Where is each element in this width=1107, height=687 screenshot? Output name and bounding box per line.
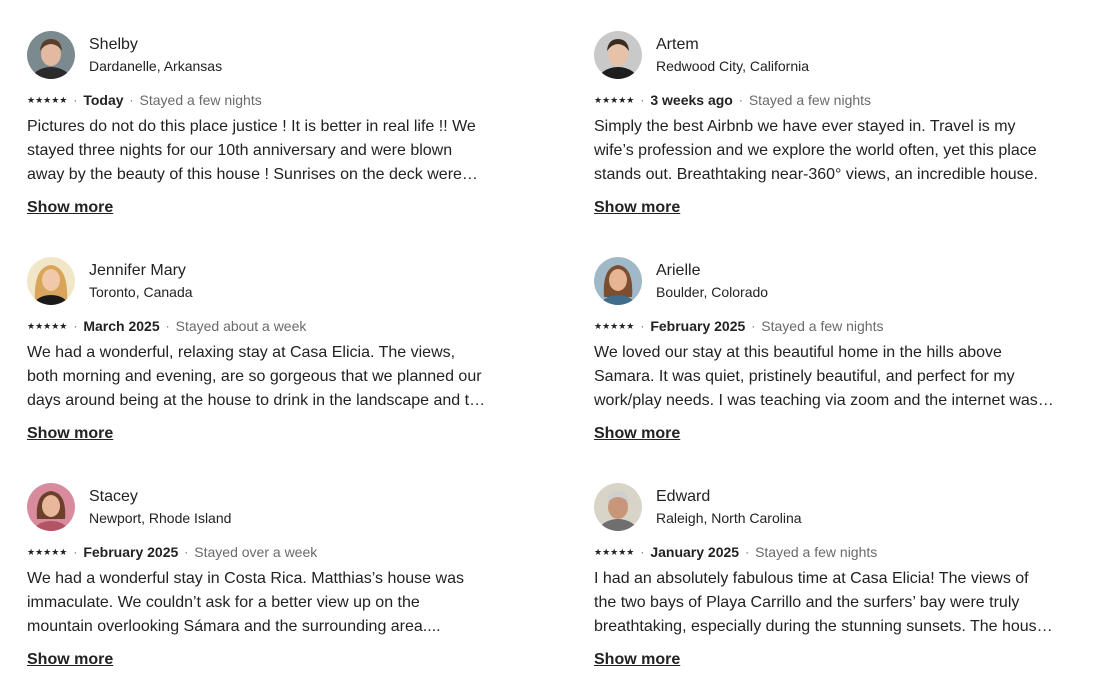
review-header: Jennifer Mary Toronto, Canada [27,257,487,305]
reviewer-location: Newport, Rhode Island [89,510,232,526]
review-meta: ★★★★★ · February 2025 · Stayed a few nig… [594,317,1054,335]
review-date: March 2025 [83,318,160,334]
review-date: 3 weeks ago [650,92,733,108]
review-header: Edward Raleigh, North Carolina [594,483,1054,531]
review-text: We had a wonderful stay in Costa Rica. M… [27,570,464,635]
review-text: Pictures do not do this place justice ! … [27,118,476,183]
stay-length: Stayed a few nights [761,318,884,334]
separator-dot: · [745,545,750,559]
avatar[interactable] [594,483,642,531]
show-more-button[interactable]: Show more [594,423,680,445]
reviewer-location: Boulder, Colorado [656,284,769,300]
review-meta: ★★★★★ · Today · Stayed a few nights [27,91,487,109]
rating-stars: ★★★★★ [27,320,68,331]
show-more-button[interactable]: Show more [27,197,113,219]
avatar-image [594,257,642,305]
reviewer-name: Edward [656,488,711,505]
review-meta: ★★★★★ · March 2025 · Stayed about a week [27,317,487,335]
review-date: January 2025 [650,544,740,560]
review-date: Today [83,92,124,108]
stay-length: Stayed a few nights [139,92,262,108]
review-meta: ★★★★★ · 3 weeks ago · Stayed a few night… [594,91,1054,109]
avatar-image [594,483,642,531]
separator-dot: · [640,319,645,333]
review-header: Stacey Newport, Rhode Island [27,483,487,531]
avatar-image [27,483,75,531]
reviewer-location: Dardanelle, Arkansas [89,58,223,74]
separator-dot: · [640,545,645,559]
review-card: Edward Raleigh, North Carolina ★★★★★ · J… [594,483,1054,671]
stay-length: Stayed about a week [175,318,307,334]
review-text: I had an absolutely fabulous time at Cas… [594,570,1046,635]
stay-length: Stayed over a week [194,544,318,560]
avatar[interactable] [27,257,75,305]
avatar[interactable] [27,483,75,531]
avatar-image [27,31,75,79]
reviewer-name: Stacey [89,488,138,505]
separator-dot: · [129,93,134,107]
review-header: Shelby Dardanelle, Arkansas [27,31,487,79]
separator-dot: · [751,319,756,333]
rating-stars: ★★★★★ [594,94,635,105]
review-card: Artem Redwood City, California ★★★★★ · 3… [594,31,1054,219]
separator-dot: · [184,545,189,559]
reviewer-name: Shelby [89,36,138,53]
review-text: We had a wonderful, relaxing stay at Cas… [27,344,487,409]
review-text: Simply the best Airbnb we have ever stay… [594,118,1038,183]
separator-dot: · [640,93,645,107]
rating-stars: ★★★★★ [27,546,68,557]
reviewer-location: Raleigh, North Carolina [656,510,802,526]
show-more-button[interactable]: Show more [594,197,680,219]
review-header: Artem Redwood City, California [594,31,1054,79]
avatar-image [594,31,642,79]
review-date: February 2025 [650,318,746,334]
avatar[interactable] [27,31,75,79]
separator-dot: · [73,319,78,333]
review-date: February 2025 [83,544,179,560]
review-card: Stacey Newport, Rhode Island ★★★★★ · Feb… [27,483,487,671]
review-meta: ★★★★★ · February 2025 · Stayed over a we… [27,543,487,561]
show-more-button[interactable]: Show more [594,649,680,671]
avatar-image [27,257,75,305]
separator-dot: · [165,319,170,333]
reviewer-location: Toronto, Canada [89,284,193,300]
show-more-button[interactable]: Show more [27,649,113,671]
avatar[interactable] [594,257,642,305]
rating-stars: ★★★★★ [27,94,68,105]
separator-dot: · [73,93,78,107]
review-header: Arielle Boulder, Colorado [594,257,1054,305]
review-card: Arielle Boulder, Colorado ★★★★★ · Februa… [594,257,1054,445]
review-card: Shelby Dardanelle, Arkansas ★★★★★ · Toda… [27,31,487,219]
stay-length: Stayed a few nights [755,544,878,560]
reviewer-name: Artem [656,36,699,53]
separator-dot: · [738,93,743,107]
show-more-button[interactable]: Show more [27,423,113,445]
separator-dot: · [73,545,78,559]
rating-stars: ★★★★★ [594,320,635,331]
reviewer-name: Jennifer Mary [89,262,186,279]
review-meta: ★★★★★ · January 2025 · Stayed a few nigh… [594,543,1054,561]
reviewer-name: Arielle [656,262,701,279]
review-card: Jennifer Mary Toronto, Canada ★★★★★ · Ma… [27,257,487,445]
review-text: We loved our stay at this beautiful home… [594,344,1038,409]
avatar[interactable] [594,31,642,79]
stay-length: Stayed a few nights [748,92,872,108]
rating-stars: ★★★★★ [594,546,635,557]
reviewer-location: Redwood City, California [656,58,810,74]
